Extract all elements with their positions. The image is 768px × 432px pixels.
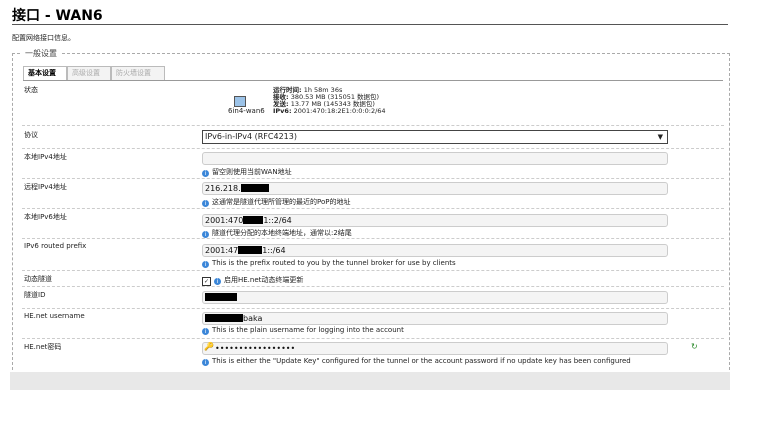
protocol-label: 协议	[24, 131, 38, 139]
redaction-block	[205, 293, 237, 301]
tab-basic[interactable]: 基本设置	[23, 66, 67, 81]
username-label: HE.net username	[24, 312, 85, 320]
local-ipv6-hint-text: 隧道代理分配的本地终端地址，通常以:2结尾	[212, 229, 352, 237]
routed-prefix-value-prefix: 2001:47	[205, 246, 239, 255]
password-input[interactable]: •••••••••••••••••	[202, 342, 668, 355]
dynamic-tunnel-control: ✓ i 启用HE.net动态终端更新	[202, 275, 303, 286]
info-icon: i	[202, 170, 209, 177]
dynamic-tunnel-row: 动态隧道	[22, 272, 724, 287]
info-icon: i	[202, 231, 209, 238]
remote-ipv4-hint-text: 这通常是隧道代理所管理的最近的PoP的地址	[212, 198, 351, 206]
info-icon: i	[202, 328, 209, 335]
remote-ipv4-hint: i 这通常是隧道代理所管理的最近的PoP的地址	[202, 197, 350, 207]
local-ipv4-input[interactable]	[202, 152, 668, 165]
routed-prefix-input[interactable]: 2001:47 1::/64	[202, 244, 668, 257]
title-divider	[12, 24, 728, 25]
ipv6-value: 2001:470:18:2E1:0:0:0:2/64	[293, 107, 386, 115]
tunnel-id-input[interactable]	[202, 291, 668, 304]
tab-firewall[interactable]: 防火墙设置	[111, 66, 165, 81]
reveal-password-icon[interactable]: ↻	[691, 342, 698, 351]
status-label: 状态	[24, 86, 38, 94]
username-value-suffix: baka	[243, 314, 263, 323]
local-ipv6-label: 本地IPv6地址	[24, 213, 67, 221]
password-hint-text: This is either the "Update Key" configur…	[212, 357, 631, 365]
dynamic-tunnel-hint-text: 启用HE.net动态终端更新	[224, 276, 304, 284]
local-ipv6-value-suffix: 1::2/64	[263, 216, 292, 225]
remote-ipv4-label: 远程IPv4地址	[24, 183, 67, 191]
page-footer-bar	[10, 372, 730, 390]
redaction-block	[243, 216, 264, 224]
network-interface-icon	[234, 96, 246, 107]
page-description: 配置网络接口信息。	[12, 34, 75, 42]
local-ipv6-hint: i 隧道代理分配的本地终端地址，通常以:2结尾	[202, 228, 352, 238]
info-icon: i	[214, 278, 221, 285]
password-label: HE.net密码	[24, 343, 62, 351]
local-ipv4-label: 本地IPv4地址	[24, 153, 67, 161]
ipv6-label: IPv6:	[273, 107, 292, 115]
local-ipv4-hint: i 留空则使用当前WAN地址	[202, 167, 292, 177]
redaction-block	[205, 314, 243, 322]
protocol-value: IPv6-in-IPv4 (RFC4213)	[205, 132, 297, 141]
local-ipv4-hint-text: 留空则使用当前WAN地址	[212, 168, 292, 176]
password-hint: i This is either the "Update Key" configu…	[202, 357, 631, 366]
section-legend: 一般设置	[22, 48, 60, 59]
page-title: 接口 - WAN6	[12, 8, 103, 24]
tab-advanced[interactable]: 高级设置	[67, 66, 111, 81]
local-ipv6-input[interactable]: 2001:470 1::2/64	[202, 214, 668, 227]
remote-ipv4-value: 216.218.	[205, 184, 241, 193]
tab-divider	[23, 80, 723, 81]
info-icon: i	[202, 200, 209, 207]
dynamic-tunnel-checkbox[interactable]: ✓	[202, 277, 211, 286]
username-hint-text: This is the plain username for logging i…	[212, 326, 404, 334]
redaction-block	[238, 246, 263, 254]
routed-prefix-value-suffix: 1::/64	[262, 246, 286, 255]
dynamic-tunnel-label: 动态隧道	[24, 275, 52, 283]
remote-ipv4-input[interactable]: 216.218.	[202, 182, 668, 195]
routed-prefix-hint: i This is the prefix routed to you by the…	[202, 259, 456, 268]
key-icon: 🔑	[204, 342, 214, 351]
redaction-block	[240, 184, 269, 192]
status-ipv6: IPv6: 2001:470:18:2E1:0:0:0:2/64	[273, 108, 386, 115]
dropdown-arrow-icon: ▼	[657, 133, 663, 141]
tunnel-id-label: 隧道ID	[24, 291, 46, 299]
local-ipv6-value-prefix: 2001:470	[205, 216, 244, 225]
routed-prefix-hint-text: This is the prefix routed to you by the …	[212, 259, 456, 267]
protocol-select[interactable]: IPv6-in-IPv4 (RFC4213) ▼	[202, 130, 668, 144]
info-icon: i	[202, 359, 209, 366]
username-input[interactable]: baka	[202, 312, 668, 325]
info-icon: i	[202, 261, 209, 268]
status-iface-name: 6in4-wan6	[228, 107, 265, 115]
username-hint: i This is the plain username for logging …	[202, 326, 404, 335]
routed-prefix-label: IPv6 routed prefix	[24, 242, 87, 250]
